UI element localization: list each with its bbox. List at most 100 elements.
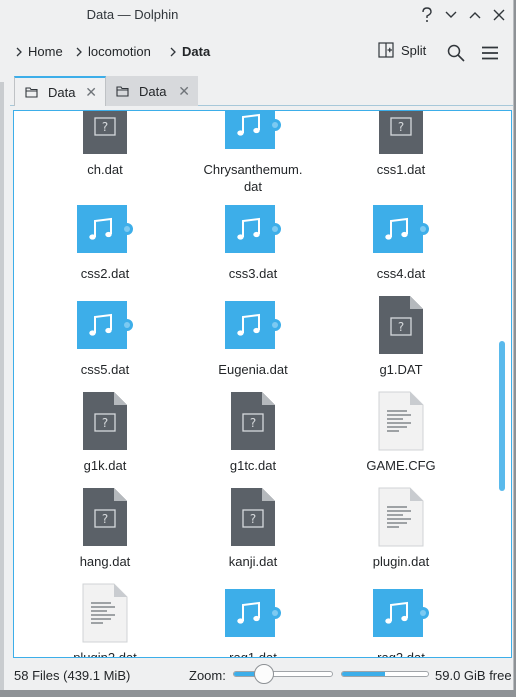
file-item[interactable]: ? g1tc.dat <box>184 391 322 474</box>
file-name: css1.dat <box>376 162 426 177</box>
file-view[interactable]: ? ch.dat Chrysanthemum. dat? css1.dat css2.d… <box>13 110 512 658</box>
free-space-fill <box>342 672 385 676</box>
file-item[interactable]: Chrysanthemum. dat <box>184 111 322 195</box>
audio-file-icon <box>75 199 135 259</box>
zoom-slider-handle[interactable] <box>254 664 274 684</box>
window-title: Data — Dolphin <box>86 7 179 22</box>
chevron-down-icon <box>445 11 457 18</box>
unknown-file-icon: ? <box>75 111 135 155</box>
file-item[interactable]: ? css1.dat <box>332 111 470 178</box>
close-tab-icon[interactable]: ✕ <box>85 84 97 101</box>
free-space-label: 59.0 GiB free <box>435 668 512 683</box>
svg-text:?: ? <box>398 320 404 334</box>
svg-text:?: ? <box>102 512 108 526</box>
tab-data-1[interactable]: Data ✕ <box>14 76 106 106</box>
chevron-up-icon <box>469 12 481 19</box>
chevron-right-icon <box>76 47 82 56</box>
audio-file-icon <box>371 583 431 643</box>
file-item[interactable]: ? g1.DAT <box>332 295 470 378</box>
file-name: css2.dat <box>80 266 130 281</box>
file-item[interactable]: rag1.dat <box>184 583 322 658</box>
search-icon <box>447 44 465 62</box>
audio-file-icon <box>223 583 283 643</box>
file-name: ch.dat <box>87 162 123 177</box>
svg-text:?: ? <box>398 120 404 134</box>
help-button[interactable] <box>417 5 437 25</box>
file-name: rag2.dat <box>377 650 425 658</box>
audio-file-icon <box>223 295 283 355</box>
file-name: Eugenia.dat <box>218 362 288 377</box>
file-item[interactable]: ? hang.dat <box>36 487 174 570</box>
help-icon <box>422 7 432 22</box>
file-name: GAME.CFG <box>366 458 436 473</box>
text-file-icon <box>75 583 135 643</box>
file-item[interactable]: css2.dat <box>36 199 174 282</box>
unknown-file-icon: ? <box>75 391 135 451</box>
zoom-label: Zoom: <box>189 668 226 683</box>
folder-icon <box>25 87 38 98</box>
file-item[interactable]: ? ch.dat <box>36 111 174 178</box>
file-name: rag1.dat <box>229 650 277 658</box>
zoom-slider[interactable] <box>233 664 333 684</box>
file-count: 58 Files (439.1 MiB) <box>14 668 131 683</box>
file-item[interactable]: plugin2.dat <box>36 583 174 658</box>
minimize-button[interactable] <box>441 5 461 25</box>
file-item[interactable]: css4.dat <box>332 199 470 282</box>
file-name: g1.DAT <box>379 362 423 377</box>
tab-label: Data <box>48 84 76 100</box>
file-item[interactable]: css5.dat <box>36 295 174 378</box>
file-item[interactable]: Eugenia.dat <box>184 295 322 378</box>
scrollbar-thumb[interactable] <box>499 341 505 491</box>
tab-data-2[interactable]: Data ✕ <box>106 76 198 106</box>
tab-label: Data <box>139 83 167 99</box>
breadcrumb-data[interactable]: Data <box>170 44 210 59</box>
menu-button[interactable] <box>479 42 501 64</box>
file-name: g1tc.dat <box>229 458 277 473</box>
folder-icon <box>116 86 129 97</box>
svg-text:?: ? <box>250 416 256 430</box>
search-button[interactable] <box>445 42 467 64</box>
close-tab-icon[interactable]: ✕ <box>178 83 190 100</box>
file-item[interactable]: rag2.dat <box>332 583 470 658</box>
free-space-bar <box>341 671 429 677</box>
unknown-file-icon: ? <box>371 111 431 155</box>
main-toolbar: Home locomotion Data Split <box>0 32 513 72</box>
file-name: plugin2.dat <box>73 650 137 658</box>
breadcrumb-label: Home <box>28 44 63 59</box>
unknown-file-icon: ? <box>223 391 283 451</box>
file-grid: ? ch.dat Chrysanthemum. dat? css1.dat css2.d… <box>14 111 494 658</box>
title-bar[interactable]: Data — Dolphin <box>0 0 513 30</box>
file-name: plugin.dat <box>372 554 430 569</box>
file-item[interactable]: ? kanji.dat <box>184 487 322 570</box>
file-item[interactable]: GAME.CFG <box>332 391 470 474</box>
file-item[interactable]: css3.dat <box>184 199 322 282</box>
breadcrumb-label: locomotion <box>88 44 151 59</box>
file-item[interactable]: ? g1k.dat <box>36 391 174 474</box>
maximize-button[interactable] <box>465 5 485 25</box>
file-name: g1k.dat <box>83 458 127 473</box>
dolphin-window: Data — Dolphin Home locomotion Data Spli… <box>0 0 514 690</box>
audio-file-icon <box>223 199 283 259</box>
file-name: css3.dat <box>228 266 278 281</box>
svg-text:?: ? <box>102 416 108 430</box>
text-file-icon <box>371 391 431 451</box>
breadcrumb-home[interactable]: Home <box>16 44 63 59</box>
window-left-edge <box>0 82 4 690</box>
hamburger-menu-icon <box>482 46 498 60</box>
svg-text:?: ? <box>102 120 108 134</box>
split-button[interactable]: Split <box>378 42 426 58</box>
split-view-icon <box>378 42 394 58</box>
audio-file-icon <box>75 295 135 355</box>
close-window-button[interactable] <box>489 5 509 25</box>
file-item[interactable]: plugin.dat <box>332 487 470 570</box>
file-name: kanji.dat <box>228 554 278 569</box>
unknown-file-icon: ? <box>223 487 283 547</box>
svg-text:?: ? <box>250 512 256 526</box>
text-file-icon <box>371 487 431 547</box>
breadcrumb-locomotion[interactable]: locomotion <box>76 44 151 59</box>
file-name: Chrysanthemum. dat <box>203 162 303 194</box>
split-label: Split <box>401 42 427 58</box>
status-bar: 58 Files (439.1 MiB) Zoom: 59.0 GiB free <box>0 660 513 690</box>
audio-file-icon <box>223 111 283 155</box>
file-name: css4.dat <box>376 266 426 281</box>
